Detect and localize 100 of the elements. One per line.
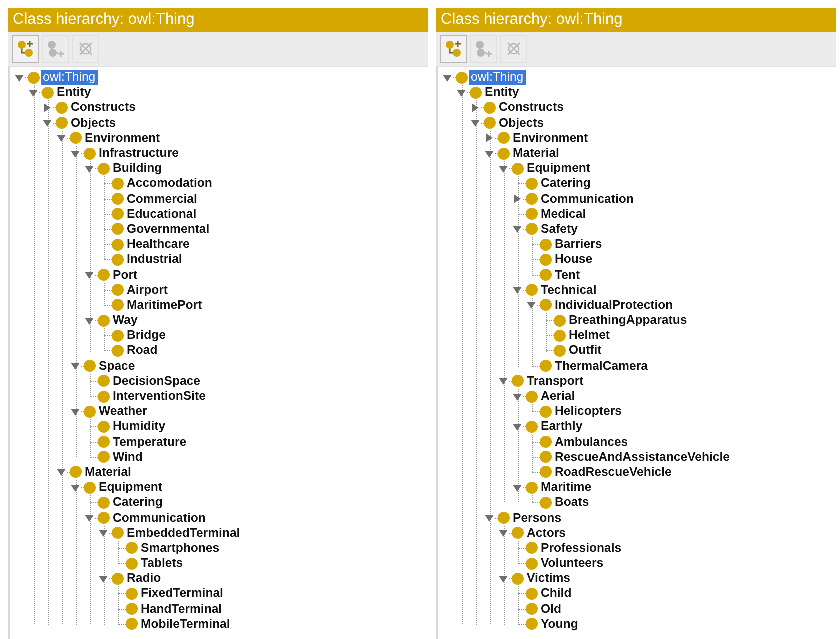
tree-item[interactable]: Constructs [497,100,566,116]
tree-item[interactable]: Earthly [539,419,585,434]
tree-item[interactable]: Commercial [125,192,200,207]
expanded-triangle-icon[interactable] [99,528,109,538]
expanded-triangle-icon[interactable] [15,72,25,83]
tree-item[interactable]: MobileTerminal [139,616,232,632]
collapsed-triangle-icon[interactable] [513,194,523,204]
tree-item[interactable]: Helmet [567,328,612,344]
expanded-triangle-icon[interactable] [71,406,81,417]
tree-item[interactable]: Barriers [553,237,604,252]
expanded-triangle-icon[interactable] [485,513,495,524]
tree-item[interactable]: Humidity [111,419,168,434]
tree-item[interactable]: HandTerminal [139,602,224,617]
expanded-triangle-icon[interactable] [499,376,509,386]
collapsed-triangle-icon[interactable] [485,133,495,144]
tree-item[interactable]: Smartphones [139,540,222,556]
tree-item[interactable]: Space [97,358,138,374]
tree-item[interactable]: Equipment [97,480,165,496]
tree-item[interactable]: Educational [125,206,199,222]
expanded-triangle-icon[interactable] [471,118,481,128]
expanded-triangle-icon[interactable] [85,513,95,524]
tree-item[interactable]: Building [111,161,164,176]
tree-item[interactable]: Healthcare [125,237,192,252]
add-subclass-button[interactable] [12,35,39,63]
tree-item[interactable]: Communication [539,192,636,207]
tree-item[interactable]: owl:Thing [469,70,526,86]
expanded-triangle-icon[interactable] [513,392,523,402]
expanded-triangle-icon[interactable] [57,133,67,144]
tree-item[interactable]: Safety [539,222,580,237]
expanded-triangle-icon[interactable] [85,164,95,174]
tree-item[interactable]: Outfit [567,343,604,358]
tree-item[interactable]: Industrial [125,252,184,268]
expanded-triangle-icon[interactable] [499,164,509,174]
tree-item[interactable]: Communication [111,510,208,526]
tree-item[interactable]: Equipment [525,161,593,176]
tree-item[interactable]: Medical [539,206,588,222]
tree-item[interactable]: Catering [539,176,593,192]
tree-item[interactable]: FixedTerminal [139,586,226,602]
tree-item[interactable]: Constructs [69,100,138,116]
collapsed-triangle-icon[interactable] [43,102,53,113]
tree-item[interactable]: Bridge [125,328,168,344]
tree-item[interactable]: Tablets [139,556,186,572]
tree-item[interactable]: IndividualProtection [553,298,676,313]
tree-item[interactable]: Entity [55,85,94,100]
expanded-triangle-icon[interactable] [85,270,95,280]
expanded-triangle-icon[interactable] [71,148,81,159]
expanded-triangle-icon[interactable] [443,72,453,83]
tree-item[interactable]: Temperature [111,434,189,450]
expanded-triangle-icon[interactable] [29,88,39,98]
tree-item[interactable]: Helicopters [553,404,624,420]
collapsed-triangle-icon[interactable] [471,102,481,113]
tree-item[interactable]: owl:Thing [41,70,98,86]
expanded-triangle-icon[interactable] [485,148,495,159]
tree-item[interactable]: Maritime [539,480,594,496]
tree-item[interactable]: Environment [83,130,162,146]
expanded-triangle-icon[interactable] [499,528,509,538]
tree-item[interactable]: BreathingApparatus [567,313,690,328]
expanded-triangle-icon[interactable] [513,285,523,296]
tree-item[interactable]: RoadRescueVehicle [553,464,674,480]
expanded-triangle-icon[interactable] [513,224,523,234]
tree-item[interactable]: Airport [125,282,170,298]
tree-item[interactable]: Transport [525,374,586,389]
tree-item[interactable]: Way [111,313,140,328]
expanded-triangle-icon[interactable] [513,422,523,432]
tree-item[interactable]: Old [539,602,564,617]
tree-item[interactable]: Tent [553,268,582,283]
expanded-triangle-icon[interactable] [71,361,81,372]
tree-item[interactable]: Catering [111,495,165,510]
tree-item[interactable]: Material [511,146,562,162]
tree-item[interactable]: Weather [97,404,150,420]
tree-item[interactable]: Material [83,464,134,480]
expanded-triangle-icon[interactable] [527,300,537,310]
tree-item[interactable]: Infrastructure [97,146,181,162]
tree-item[interactable]: Radio [125,571,164,586]
tree-item[interactable]: Entity [483,85,522,100]
tree-item[interactable]: Accomodation [125,176,214,192]
tree-item[interactable]: RescueAndAssistanceVehicle [553,450,732,465]
tree-item[interactable]: Actors [525,526,568,541]
tree-item[interactable]: InterventionSite [111,389,208,404]
expanded-triangle-icon[interactable] [457,88,467,98]
expanded-triangle-icon[interactable] [499,574,509,584]
expanded-triangle-icon[interactable] [71,482,81,493]
tree-item[interactable]: Technical [539,282,599,298]
tree-item[interactable]: Victims [525,571,573,586]
tree-item[interactable]: Child [539,586,574,602]
tree-item[interactable]: House [553,252,595,268]
tree-item[interactable]: MaritimePort [125,298,204,313]
tree-item[interactable]: Professionals [539,540,624,556]
expanded-triangle-icon[interactable] [99,574,109,584]
tree-item[interactable]: Boats [553,495,592,510]
tree-item[interactable]: Governmental [125,222,212,237]
expanded-triangle-icon[interactable] [57,467,67,478]
expanded-triangle-icon[interactable] [43,118,53,128]
tree-item[interactable]: Ambulances [553,434,630,450]
add-subclass-button[interactable] [440,35,467,63]
tree-item[interactable]: Road [125,343,160,358]
tree-item[interactable]: DecisionSpace [111,374,202,389]
tree-item[interactable]: Aerial [539,389,578,404]
tree-item[interactable]: Wind [111,450,145,465]
tree-item[interactable]: Young [539,616,580,632]
